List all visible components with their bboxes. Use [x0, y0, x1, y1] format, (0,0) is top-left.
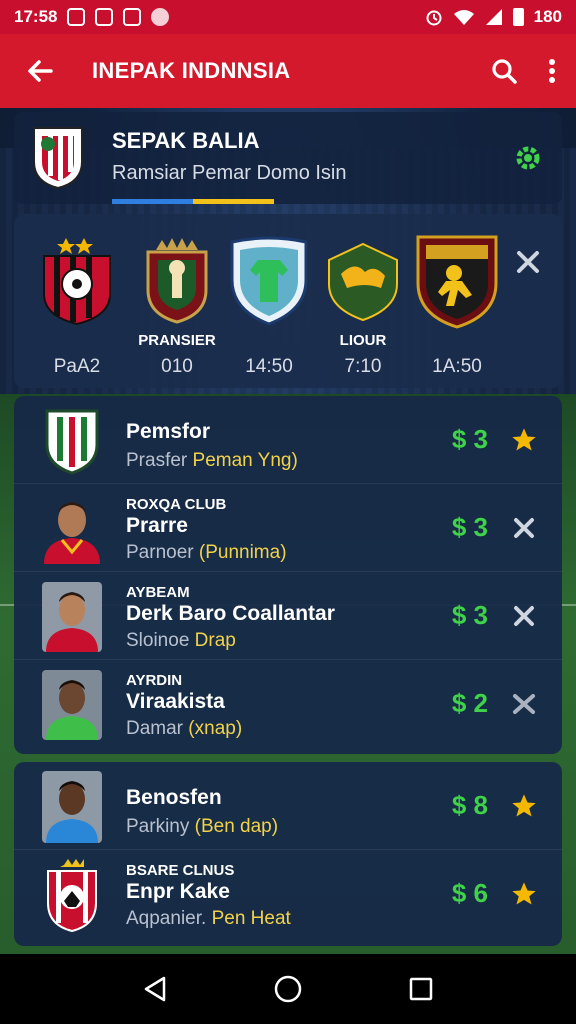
app-title: INEPAK INDNNSIA	[92, 58, 291, 83]
fixture-time: PaA2	[53, 356, 101, 377]
club-badge-icon	[32, 230, 122, 330]
club-badge-icon	[132, 230, 222, 330]
signal-icon	[485, 9, 502, 25]
search-icon[interactable]	[490, 57, 518, 85]
star-icon[interactable]	[510, 792, 538, 820]
player-avatar	[40, 494, 104, 564]
item-name: Benosfen	[126, 786, 222, 809]
item-subtitle: Parkiny (Ben dap)	[126, 816, 279, 837]
fixture-time: 010	[161, 356, 193, 377]
item-name: Viraakista	[126, 690, 225, 713]
item-subtitle: Damar (xnap)	[126, 718, 243, 739]
notification-icon	[123, 8, 142, 26]
battery-icon	[512, 8, 524, 26]
star-icon[interactable]	[510, 880, 538, 908]
check-icon[interactable]	[510, 690, 538, 718]
notification-icon	[67, 8, 86, 26]
arrow-left-icon[interactable]	[20, 57, 60, 85]
club-badge-icon	[40, 406, 104, 476]
system-nav-bar	[0, 954, 576, 1024]
fixture-label	[224, 332, 314, 350]
list-item[interactable]: BSARE CLNUS Enpr Kake Aqpanier. Pen Heat…	[14, 850, 562, 938]
player-avatar	[40, 670, 104, 740]
fixture-item[interactable]: LIOUR 7:10	[318, 230, 408, 378]
item-price: $ 2	[451, 688, 488, 718]
player-list-card: Benosfen Parkiny (Ben dap) $ 8 BSARE CLN…	[14, 762, 562, 946]
league-color-bar	[112, 199, 274, 204]
fixture-time: 7:10	[344, 356, 382, 377]
status-right-text: 180	[533, 7, 562, 26]
item-price: $ 6	[451, 878, 488, 908]
more-vert-icon[interactable]	[548, 58, 556, 84]
notification-icon	[151, 8, 170, 26]
fixture-time: 1A:50	[432, 356, 482, 377]
club-badge-icon	[40, 859, 104, 933]
list-item[interactable]: Benosfen Parkiny (Ben dap) $ 8	[14, 762, 562, 850]
item-name: Pemsfor	[126, 420, 211, 443]
fixture-label	[412, 332, 502, 350]
league-header-card[interactable]: SEPAK BALIA Ramsiar Pemar Domo Isin	[14, 112, 562, 204]
item-kicker: ROXQA CLUB	[126, 496, 227, 513]
item-price: $ 3	[451, 512, 488, 542]
club-badge-icon	[412, 230, 502, 330]
gear-icon[interactable]	[514, 144, 542, 177]
close-icon[interactable]	[510, 514, 538, 542]
item-kicker: AYRDIN	[126, 672, 183, 689]
fixture-label: PRANSIER	[138, 332, 216, 349]
list-item[interactable]: AYRDIN Viraakista Damar (xnap) $ 2	[14, 660, 562, 748]
fixture-label	[32, 332, 122, 350]
club-badge-icon	[224, 230, 314, 330]
fixture-item[interactable]: 1A:50	[412, 230, 502, 378]
player-avatar	[40, 582, 104, 652]
item-subtitle: Prasfer Peman Yng)	[126, 450, 298, 471]
alarm-icon	[426, 10, 442, 26]
notification-icon	[95, 8, 114, 26]
item-price: $ 3	[451, 424, 488, 454]
player-list-card: Pemsfor Prasfer Peman Yng) $ 3 ROXQA CLU…	[14, 396, 562, 754]
fixture-item[interactable]: PaA2	[32, 230, 122, 378]
fixture-label: LIOUR	[339, 332, 387, 349]
item-name: Prarre	[126, 514, 188, 537]
recents-square-icon[interactable]	[408, 976, 434, 1002]
status-time: 17:58	[14, 7, 58, 26]
close-icon[interactable]	[510, 602, 538, 630]
item-subtitle: Aqpanier. Pen Heat	[126, 908, 291, 929]
item-name: Enpr Kake	[126, 880, 230, 903]
item-kicker: BSARE CLNUS	[126, 862, 235, 879]
item-kicker: AYBEAM	[126, 584, 190, 601]
item-subtitle: Sloinoe Drap	[126, 630, 236, 651]
close-icon[interactable]	[516, 250, 540, 274]
status-bar: 17:58 180	[0, 0, 576, 34]
item-price: $ 3	[451, 600, 488, 630]
app-bar: INEPAK INDNNSIA	[0, 34, 576, 108]
league-name: SEPAK BALIA	[112, 128, 260, 153]
league-crest-icon	[30, 124, 86, 195]
star-icon[interactable]	[510, 426, 538, 454]
wifi-icon	[453, 10, 474, 25]
item-price: $ 8	[451, 790, 488, 820]
item-subtitle: Parnoer (Punnima)	[126, 542, 287, 563]
fixture-item[interactable]: 14:50	[224, 230, 314, 378]
home-circle-icon[interactable]	[273, 974, 303, 1004]
back-triangle-icon[interactable]	[142, 975, 168, 1003]
player-avatar	[40, 771, 104, 843]
fixture-item[interactable]: PRANSIER 010	[132, 230, 222, 378]
list-item[interactable]: ROXQA CLUB Prarre Parnoer (Punnima) $ 3	[14, 484, 562, 572]
item-name: Derk Baro Coallantar	[126, 602, 335, 625]
club-badge-icon	[318, 230, 408, 330]
fixture-time: 14:50	[245, 356, 293, 377]
league-subtitle: Ramsiar Pemar Domo Isin	[112, 162, 347, 184]
featured-fixtures-card: PaA2 PRANSIER 010 14:50 LIOUR 7:10 1A:50	[14, 214, 562, 388]
list-item[interactable]: Pemsfor Prasfer Peman Yng) $ 3	[14, 396, 562, 484]
list-item[interactable]: AYBEAM Derk Baro Coallantar Sloinoe Drap…	[14, 572, 562, 660]
